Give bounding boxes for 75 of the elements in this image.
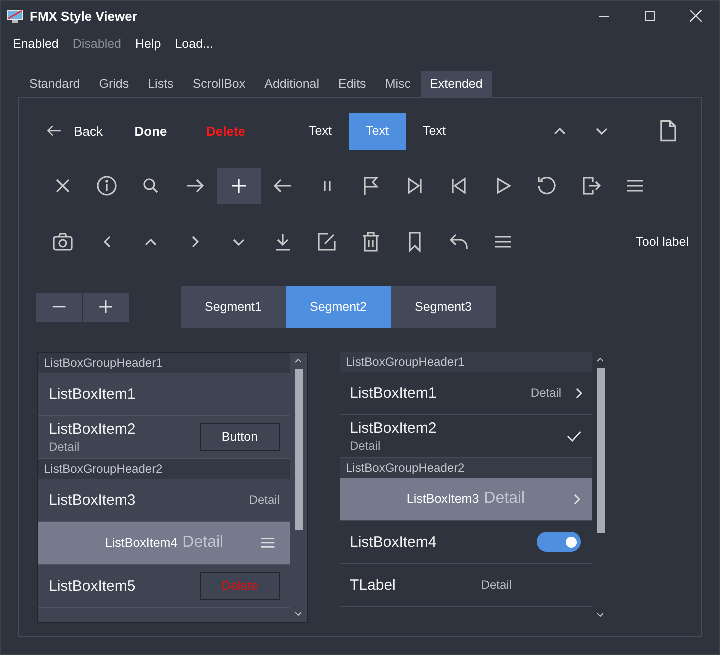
list-item[interactable]: ListBoxItem4 Detail bbox=[38, 522, 290, 565]
item-text: ListBoxItem1 bbox=[49, 386, 136, 402]
item-detail: Detail bbox=[350, 438, 382, 452]
segment-button[interactable]: Text bbox=[292, 112, 349, 150]
segment-button[interactable]: Segment3 bbox=[391, 286, 496, 328]
chevron-left-icon bbox=[104, 236, 110, 248]
group-header: ListBoxGroupHeader2 bbox=[340, 458, 592, 478]
item-text: ListBoxItem1 bbox=[350, 384, 437, 402]
chevron-up-icon bbox=[554, 128, 566, 134]
toolbar-button[interactable] bbox=[217, 168, 261, 204]
chevron-up-icon[interactable] bbox=[295, 358, 302, 364]
tab[interactable]: Edits bbox=[329, 71, 376, 97]
chevron-right-icon bbox=[576, 388, 582, 398]
menu-item[interactable]: Help bbox=[128, 37, 168, 51]
list-item[interactable]: ListBoxItem1 bbox=[38, 373, 290, 416]
chevron-right-icon bbox=[192, 236, 198, 248]
item-text: ListBoxItem2 bbox=[350, 420, 437, 436]
back-button[interactable]: Back bbox=[41, 112, 103, 150]
item-text: ListBoxItem4 bbox=[350, 534, 437, 550]
window-title: FMX Style Viewer bbox=[30, 8, 138, 24]
chevron-down-icon[interactable] bbox=[295, 612, 302, 616]
menu-item[interactable]: Enabled bbox=[6, 37, 66, 51]
tab[interactable]: ScrollBox bbox=[183, 71, 256, 97]
tool-label: Tool label bbox=[636, 235, 689, 249]
item-text: TLabel bbox=[350, 576, 396, 594]
segment-button[interactable]: Segment1 bbox=[181, 286, 286, 328]
item-text: ListBoxItem3 bbox=[406, 492, 480, 506]
done-button[interactable]: Done bbox=[130, 112, 172, 150]
group-header: ListBoxGroupHeader1 bbox=[340, 352, 592, 372]
chevron-down-icon[interactable] bbox=[597, 612, 604, 618]
item-text: ListBoxItem5 bbox=[49, 578, 136, 594]
maximize-icon bbox=[645, 11, 655, 21]
app-icon bbox=[7, 10, 23, 22]
list-item[interactable]: ListBoxItem5 Delete bbox=[38, 565, 290, 608]
tab[interactable]: Misc bbox=[376, 71, 421, 97]
tab[interactable]: Grids bbox=[90, 71, 139, 97]
chevron-up-icon[interactable] bbox=[597, 358, 604, 362]
increment-button[interactable] bbox=[83, 292, 129, 322]
item-button[interactable]: Button bbox=[200, 423, 280, 451]
info-icon bbox=[95, 174, 119, 198]
edit-icon bbox=[315, 230, 339, 254]
item-detail: Detail bbox=[49, 440, 81, 454]
list-item[interactable]: ListBoxItem4 bbox=[340, 521, 592, 564]
item-detail: Detail bbox=[481, 578, 512, 592]
list-item[interactable]: ListBoxItem3 Detail bbox=[340, 478, 592, 521]
item-text: ListBoxItem4 bbox=[105, 536, 178, 550]
chevron-down-icon bbox=[233, 238, 245, 246]
chevron-right-icon bbox=[574, 494, 580, 504]
scrollbar-thumb[interactable] bbox=[596, 368, 604, 533]
scrollbar-thumb[interactable] bbox=[294, 369, 302, 530]
tab[interactable]: Extended bbox=[420, 71, 492, 97]
pause-icon bbox=[324, 180, 330, 192]
minus-icon bbox=[52, 306, 66, 308]
item-detail: Detail bbox=[530, 386, 562, 400]
list-item[interactable]: ListBoxItem2 Detail Button bbox=[38, 416, 290, 459]
group-header: ListBoxGroupHeader2 bbox=[38, 459, 290, 479]
item-text: ListBoxItem2 bbox=[49, 420, 136, 438]
list-item[interactable]: ListBoxItem1 Detail bbox=[340, 372, 592, 415]
camera-icon bbox=[51, 230, 75, 254]
item-detail: Detail bbox=[182, 534, 224, 552]
list-item[interactable]: TLabel Detail bbox=[340, 564, 592, 607]
segment-button[interactable]: Text bbox=[406, 112, 463, 150]
toggle-switch[interactable] bbox=[537, 532, 581, 552]
chevron-up-icon bbox=[145, 238, 157, 246]
check-icon bbox=[567, 430, 582, 442]
close-icon bbox=[690, 10, 702, 22]
tab[interactable]: Additional bbox=[255, 71, 330, 97]
item-detail: Detail bbox=[484, 490, 526, 508]
item-detail: Detail bbox=[249, 493, 280, 507]
item-text: ListBoxItem3 bbox=[49, 492, 136, 508]
tab[interactable]: Standard bbox=[20, 71, 90, 97]
group-header: ListBoxGroupHeader1 bbox=[38, 353, 290, 373]
tab[interactable]: Lists bbox=[138, 71, 184, 97]
chevron-down-icon bbox=[596, 128, 608, 134]
menu-item[interactable]: Load... bbox=[168, 37, 220, 51]
